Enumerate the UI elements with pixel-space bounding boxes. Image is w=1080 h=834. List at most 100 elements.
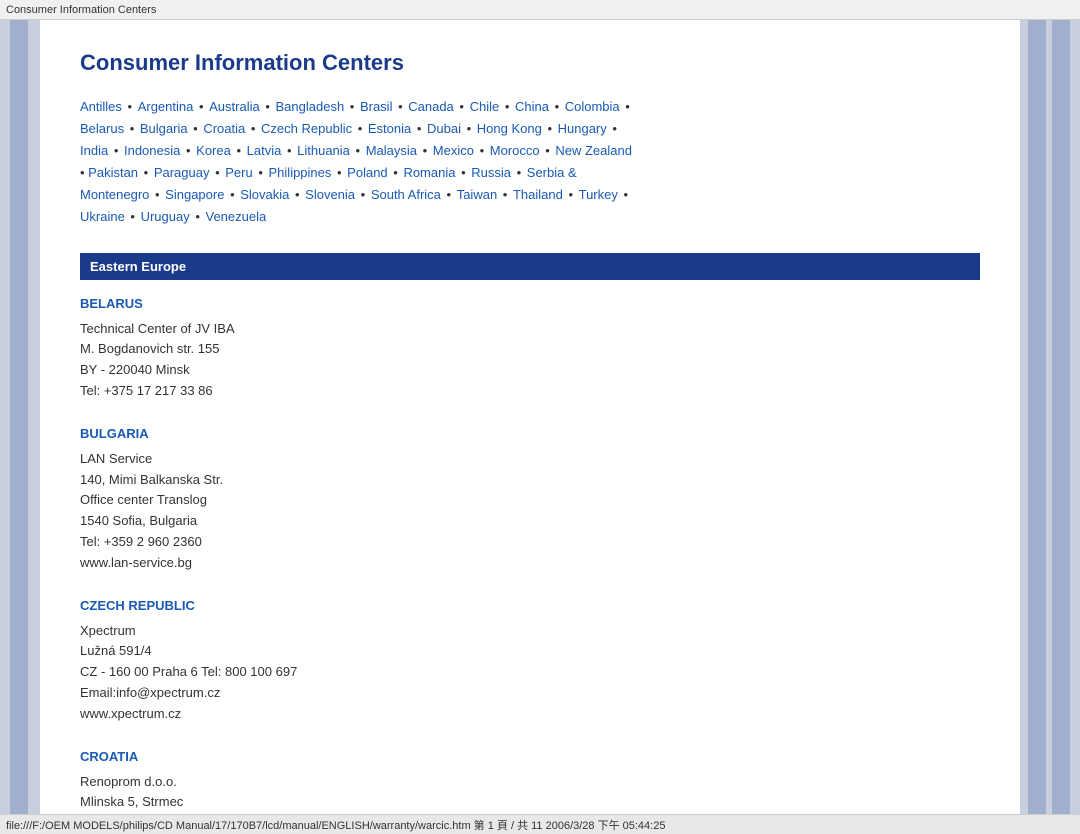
link-hungary[interactable]: Hungary: [558, 121, 607, 136]
bullet: •: [190, 121, 202, 136]
bullet: •: [352, 143, 364, 158]
link-uruguay[interactable]: Uruguay: [141, 209, 190, 224]
bullet: •: [124, 99, 136, 114]
bullet: •: [140, 165, 152, 180]
bullet: •: [501, 99, 513, 114]
link-philippines[interactable]: Philippines: [269, 165, 332, 180]
link-hong-kong[interactable]: Hong Kong: [477, 121, 542, 136]
bullet: •: [419, 143, 431, 158]
link-canada[interactable]: Canada: [408, 99, 454, 114]
link-ukraine[interactable]: Ukraine: [80, 209, 125, 224]
bullet: •: [499, 187, 511, 202]
bullet: •: [283, 143, 295, 158]
bullet: •: [195, 99, 207, 114]
right-sidebar: [1020, 20, 1080, 814]
bullet: •: [110, 143, 122, 158]
link-china[interactable]: China: [515, 99, 549, 114]
link-taiwan[interactable]: Taiwan: [457, 187, 497, 202]
page-title: Consumer Information Centers: [80, 50, 980, 76]
bullet: •: [182, 143, 194, 158]
country-title-czech-republic: CZECH REPUBLIC: [80, 598, 980, 613]
country-section-belarus: BELARUS Technical Center of JV IBA M. Bo…: [80, 296, 980, 402]
link-estonia[interactable]: Estonia: [368, 121, 411, 136]
bullet: •: [211, 165, 223, 180]
link-malaysia[interactable]: Malaysia: [366, 143, 417, 158]
bullet: •: [80, 165, 88, 180]
bullet: •: [542, 143, 554, 158]
link-bangladesh[interactable]: Bangladesh: [276, 99, 345, 114]
bullet: •: [565, 187, 577, 202]
bullet: •: [255, 165, 267, 180]
link-czech-republic[interactable]: Czech Republic: [261, 121, 352, 136]
bullet: •: [551, 99, 563, 114]
link-australia[interactable]: Australia: [209, 99, 260, 114]
bullet: •: [620, 187, 628, 202]
link-thailand[interactable]: Thailand: [513, 187, 563, 202]
bullet: •: [622, 99, 630, 114]
country-title-croatia: CROATIA: [80, 749, 980, 764]
bullet: •: [127, 209, 139, 224]
bullet: •: [151, 187, 163, 202]
link-argentina[interactable]: Argentina: [138, 99, 194, 114]
link-mexico[interactable]: Mexico: [433, 143, 474, 158]
link-pakistan[interactable]: Pakistan: [88, 165, 138, 180]
link-slovenia[interactable]: Slovenia: [305, 187, 355, 202]
link-serbia[interactable]: Serbia &: [527, 165, 577, 180]
bullet: •: [291, 187, 303, 202]
bullet: •: [476, 143, 488, 158]
link-montenegro[interactable]: Montenegro: [80, 187, 149, 202]
link-korea[interactable]: Korea: [196, 143, 231, 158]
link-india[interactable]: India: [80, 143, 108, 158]
link-south-africa[interactable]: South Africa: [371, 187, 441, 202]
bullet: •: [357, 187, 369, 202]
link-antilles[interactable]: Antilles: [80, 99, 122, 114]
country-title-belarus: BELARUS: [80, 296, 980, 311]
bullet: •: [463, 121, 475, 136]
link-new-zealand[interactable]: New Zealand: [555, 143, 632, 158]
bullet: •: [346, 99, 358, 114]
link-latvia[interactable]: Latvia: [247, 143, 282, 158]
link-singapore[interactable]: Singapore: [165, 187, 224, 202]
bullet: •: [609, 121, 617, 136]
country-details-czech-republic: Xpectrum Lužná 591/4 CZ - 160 00 Praha 6…: [80, 621, 980, 725]
left-sidebar: [0, 20, 40, 814]
bullet: •: [544, 121, 556, 136]
country-details-croatia: Renoprom d.o.o. Mlinska 5, Strmec HR - 4…: [80, 772, 980, 814]
country-section-croatia: CROATIA Renoprom d.o.o. Mlinska 5, Strme…: [80, 749, 980, 814]
country-title-bulgaria: BULGARIA: [80, 426, 980, 441]
bullet: •: [394, 99, 406, 114]
link-indonesia[interactable]: Indonesia: [124, 143, 180, 158]
link-croatia[interactable]: Croatia: [203, 121, 245, 136]
link-poland[interactable]: Poland: [347, 165, 387, 180]
country-details-belarus: Technical Center of JV IBA M. Bogdanovic…: [80, 319, 980, 402]
links-section: Antilles • Argentina • Australia • Bangl…: [80, 96, 980, 229]
link-slovakia[interactable]: Slovakia: [240, 187, 289, 202]
bullet: •: [262, 99, 274, 114]
bullet: •: [333, 165, 345, 180]
link-brasil[interactable]: Brasil: [360, 99, 393, 114]
link-colombia[interactable]: Colombia: [565, 99, 620, 114]
bullet: •: [354, 121, 366, 136]
bullet: •: [233, 143, 245, 158]
link-romania[interactable]: Romania: [403, 165, 455, 180]
bullet: •: [456, 99, 468, 114]
link-peru[interactable]: Peru: [225, 165, 252, 180]
bullet: •: [513, 165, 525, 180]
link-belarus[interactable]: Belarus: [80, 121, 124, 136]
link-dubai[interactable]: Dubai: [427, 121, 461, 136]
country-section-bulgaria: BULGARIA LAN Service 140, Mimi Balkanska…: [80, 426, 980, 574]
link-bulgaria[interactable]: Bulgaria: [140, 121, 188, 136]
link-venezuela[interactable]: Venezuela: [206, 209, 267, 224]
bullet: •: [413, 121, 425, 136]
page-content: Consumer Information Centers Antilles • …: [40, 20, 1020, 814]
link-paraguay[interactable]: Paraguay: [154, 165, 210, 180]
bullet: •: [443, 187, 455, 202]
link-morocco[interactable]: Morocco: [490, 143, 540, 158]
bullet: •: [192, 209, 204, 224]
link-turkey[interactable]: Turkey: [579, 187, 618, 202]
link-russia[interactable]: Russia: [471, 165, 511, 180]
country-section-czech-republic: CZECH REPUBLIC Xpectrum Lužná 591/4 CZ -…: [80, 598, 980, 725]
link-chile[interactable]: Chile: [470, 99, 500, 114]
link-lithuania[interactable]: Lithuania: [297, 143, 350, 158]
bullet: •: [247, 121, 259, 136]
